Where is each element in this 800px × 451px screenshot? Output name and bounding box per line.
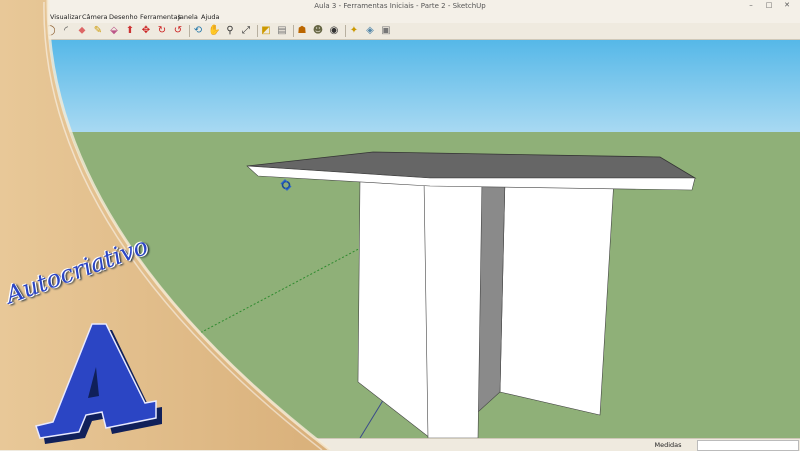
channel-overlay: A: [0, 0, 331, 450]
